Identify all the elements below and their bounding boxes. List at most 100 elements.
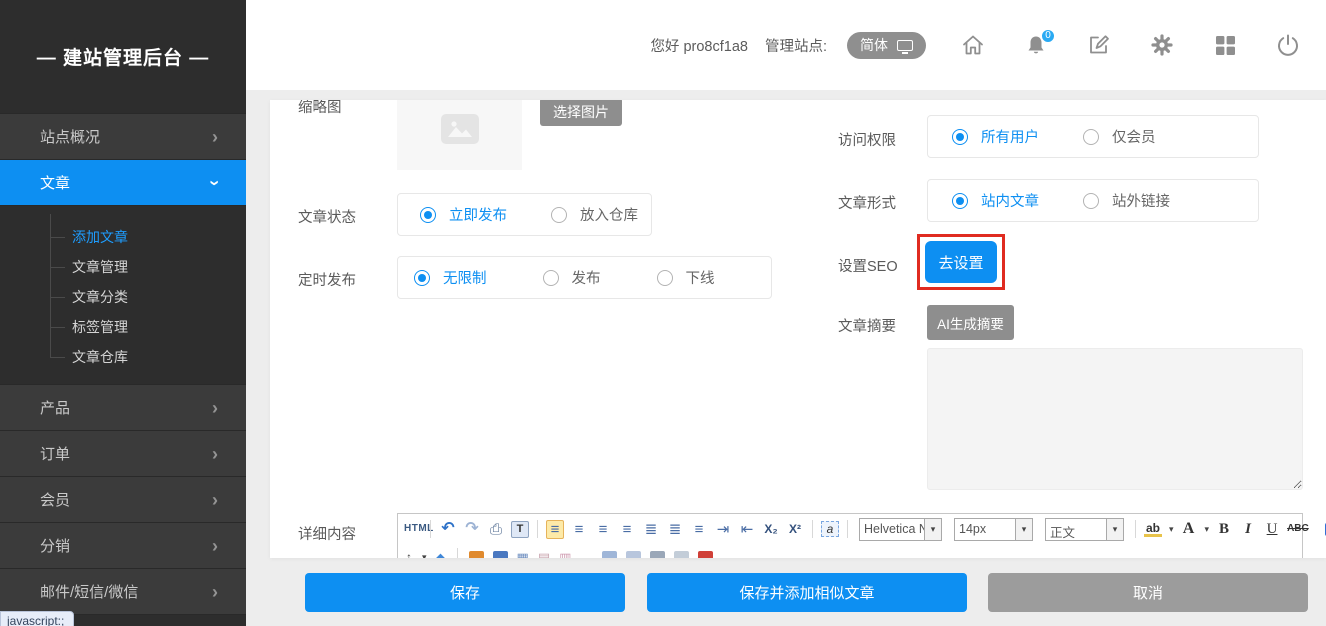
sidebar-item-label: 文章: [40, 172, 70, 193]
summary-textarea[interactable]: [927, 348, 1303, 490]
logout-power-icon[interactable]: [1274, 32, 1301, 59]
radio-unselected-icon: [543, 270, 559, 286]
indent-first-icon[interactable]: ≡: [690, 522, 708, 537]
cancel-button[interactable]: 取消: [988, 573, 1308, 612]
dropdown-caret-icon[interactable]: ▾: [925, 518, 942, 541]
bold-icon[interactable]: B: [1215, 522, 1233, 537]
underline-icon[interactable]: U: [1263, 522, 1281, 537]
subscript-icon[interactable]: X₂: [762, 523, 780, 535]
thumbnail-label: 缩略图: [298, 100, 342, 117]
unlink-icon[interactable]: [674, 551, 689, 559]
attachment-icon[interactable]: [698, 551, 713, 559]
font-size-value: 14px: [954, 518, 1016, 541]
align-center-icon[interactable]: ≡: [570, 522, 588, 537]
justify-icon[interactable]: ≡: [618, 522, 636, 537]
highlight-color-icon[interactable]: ab: [1144, 522, 1162, 537]
radio-external-link[interactable]: 站外链接: [1083, 190, 1170, 211]
manage-site-label: 管理站点:: [765, 35, 827, 56]
editor-toolbar-row2: ↕ ▾ ◆ ▦ ▤ ▥ —: [398, 544, 1302, 558]
sidebar-item-site-overview[interactable]: 站点概况 ›: [0, 113, 246, 159]
dropdown-caret-icon[interactable]: ▾: [1205, 524, 1210, 535]
insert-video-icon[interactable]: [493, 551, 508, 559]
paste-text-icon[interactable]: T: [511, 521, 529, 538]
indent-right-icon[interactable]: ⇥: [714, 522, 732, 537]
settings-gear-icon[interactable]: [1148, 32, 1175, 59]
ai-generate-summary-button[interactable]: AI生成摘要: [927, 305, 1014, 340]
radio-selected-icon: [414, 270, 430, 286]
horizontal-rule-icon[interactable]: —: [580, 551, 593, 559]
line-height-icon[interactable]: ↕: [406, 551, 412, 558]
annotation-highlight-box: 去设置: [917, 234, 1005, 290]
person-anchor-icon[interactable]: [626, 551, 641, 559]
dropdown-caret-icon[interactable]: ▾: [1107, 518, 1124, 541]
radio-onsite-article[interactable]: 站内文章: [952, 190, 1039, 211]
go-setup-seo-button[interactable]: 去设置: [925, 241, 997, 283]
submenu-item-tag-manage[interactable]: 标签管理: [0, 312, 246, 342]
font-size-dropdown[interactable]: 14px ▾: [954, 518, 1033, 541]
paragraph-style-dropdown[interactable]: 正文 ▾: [1045, 518, 1124, 541]
thumbnail-preview[interactable]: [397, 100, 522, 170]
italic-icon[interactable]: I: [1239, 522, 1257, 537]
insert-image-icon[interactable]: [469, 551, 484, 559]
sidebar-item-orders[interactable]: 订单 ›: [0, 430, 246, 476]
sidebar-item-products[interactable]: 产品 ›: [0, 384, 246, 430]
chevron-right-icon: ›: [212, 491, 218, 509]
chevron-right-icon: ›: [212, 583, 218, 601]
align-left-icon[interactable]: ≡: [546, 520, 564, 539]
font-color-icon[interactable]: A: [1180, 521, 1198, 537]
undo-icon[interactable]: ↶: [439, 521, 457, 537]
radio-no-limit[interactable]: 无限制: [414, 267, 487, 288]
apps-grid-icon[interactable]: [1211, 32, 1238, 59]
save-and-add-similar-button[interactable]: 保存并添加相似文章: [647, 573, 967, 612]
table-row-icon[interactable]: ▤: [538, 551, 550, 559]
link-icon[interactable]: [650, 551, 665, 559]
insert-map-icon[interactable]: [602, 551, 617, 559]
article-form-label: 文章形式: [838, 192, 896, 213]
radio-publish-time[interactable]: 发布: [543, 267, 601, 288]
table-icon[interactable]: ▦: [517, 551, 529, 559]
submenu-item-article-category[interactable]: 文章分类: [0, 282, 246, 312]
sidebar-item-articles[interactable]: 文章 ›: [0, 159, 246, 205]
radio-all-users[interactable]: 所有用户: [952, 126, 1039, 147]
font-family-value: Helvetica N: [859, 518, 925, 541]
submenu-item-article-manage[interactable]: 文章管理: [0, 252, 246, 282]
align-right-icon[interactable]: ≡: [594, 522, 612, 537]
chevron-right-icon: ›: [212, 537, 218, 555]
dropdown-caret-icon[interactable]: ▾: [1169, 524, 1174, 535]
table-cell-icon[interactable]: ▥: [559, 551, 571, 559]
html-source-icon[interactable]: HTML: [404, 524, 422, 534]
dropdown-caret-icon[interactable]: ▾: [1016, 518, 1033, 541]
radio-publish-now[interactable]: 立即发布: [420, 204, 507, 225]
print-icon[interactable]: ⎙: [487, 522, 505, 537]
remove-format-icon[interactable]: ◆: [436, 551, 446, 559]
pick-image-button[interactable]: 选择图片: [540, 100, 622, 126]
compose-icon[interactable]: [1085, 32, 1112, 59]
home-icon[interactable]: [959, 32, 986, 59]
scheduled-publish-group: 无限制 发布 下线: [397, 256, 772, 299]
submenu-item-add-article[interactable]: 添加文章: [0, 222, 246, 252]
superscript-icon[interactable]: X²: [786, 523, 804, 535]
radio-members-only[interactable]: 仅会员: [1083, 126, 1156, 147]
sidebar-item-distribution[interactable]: 分销 ›: [0, 522, 246, 568]
submenu-item-article-warehouse[interactable]: 文章仓库: [0, 342, 246, 372]
save-button[interactable]: 保存: [305, 573, 625, 612]
ordered-list-icon[interactable]: ≣: [642, 522, 660, 537]
indent-left-icon[interactable]: ⇤: [738, 522, 756, 537]
font-family-dropdown[interactable]: Helvetica N ▾: [859, 518, 942, 541]
language-toggle-button[interactable]: 简体: [847, 32, 926, 59]
sidebar-item-members[interactable]: 会员 ›: [0, 476, 246, 522]
radio-unselected-icon: [1083, 193, 1099, 209]
strikethrough-icon[interactable]: ABC: [1287, 524, 1305, 534]
redo-icon[interactable]: ↷: [463, 521, 481, 537]
anchor-icon[interactable]: a: [821, 521, 839, 537]
radio-put-in-warehouse[interactable]: 放入仓库: [551, 204, 638, 225]
sidebar-item-label: 分销: [40, 535, 70, 556]
image-placeholder-icon: [441, 114, 479, 144]
language-label: 简体: [860, 35, 888, 55]
sidebar-item-mail-sms-wechat[interactable]: 邮件/短信/微信 ›: [0, 568, 246, 614]
unordered-list-icon[interactable]: ≣: [666, 522, 684, 537]
dropdown-caret-icon[interactable]: ▾: [422, 552, 427, 559]
greeting-text: 您好 pro8cf1a8: [650, 35, 748, 56]
notifications-bell-icon[interactable]: 0: [1022, 32, 1049, 59]
radio-offline-time[interactable]: 下线: [657, 267, 715, 288]
